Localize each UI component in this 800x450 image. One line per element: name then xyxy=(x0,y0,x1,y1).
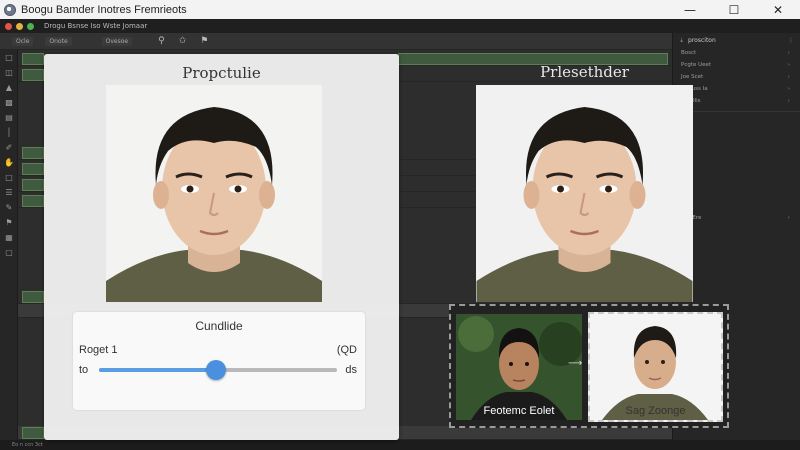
close-dot-icon[interactable] xyxy=(5,22,12,30)
layer-tool-icon[interactable]: ▤ xyxy=(0,110,18,125)
crop-tool-icon[interactable]: □ xyxy=(0,170,18,185)
portrait-face-image xyxy=(106,107,322,302)
control-right-label: (QD xyxy=(336,344,357,356)
left-tool-strip: □ ◫ ▲ ▩ ▤ │ ✐ ✋ □ ☰ ✎ ⚑ ▦ ▢ xyxy=(0,50,18,440)
menubar-label[interactable]: Drogu Bsnse Iso Wste Jomaar xyxy=(44,22,147,30)
window-title: Boogu Bamder Inotres Fremrieots xyxy=(21,3,187,16)
line-tool-icon[interactable]: │ xyxy=(0,125,18,140)
window-titlebar: Boogu Bamder Inotres Fremrieots — ☐ ✕ xyxy=(0,0,800,19)
brush-tool-icon[interactable]: ✎ xyxy=(0,200,18,215)
dropper-icon[interactable]: ✩ xyxy=(179,36,187,46)
panel-menu-icon[interactable]: ⋮ xyxy=(788,37,794,44)
expand-icon[interactable]: ⇣ xyxy=(679,37,684,44)
status-bar: Eo n ccn 3ct xyxy=(0,440,800,450)
select-tool-icon[interactable]: □ xyxy=(0,50,18,65)
control-title: Cundlide xyxy=(195,319,243,333)
window-controls: — ☐ ✕ xyxy=(668,0,800,19)
triangle-tool-icon[interactable]: ▲ xyxy=(0,80,18,95)
frame-tool-icon[interactable]: ▢ xyxy=(0,245,18,260)
main-toolbar: Ocle Onote Ovesoe ⚲ ✩ ⚑ xyxy=(0,33,672,50)
slider-max-label: ds xyxy=(345,364,357,376)
slider-thumb[interactable] xyxy=(205,360,226,380)
app-menubar: Drogu Bsnse Iso Wste Jomaar xyxy=(0,19,800,33)
chevron-right-icon: › xyxy=(787,86,790,92)
flag-tool-icon[interactable]: ⚑ xyxy=(0,215,18,230)
search-icon[interactable]: ⚲ xyxy=(158,36,165,46)
app-icon xyxy=(4,3,16,16)
preview-title: Prlesethder xyxy=(540,63,629,81)
chevron-right-icon: › xyxy=(787,62,790,68)
toolbar-item-1[interactable]: Ocle xyxy=(12,36,34,46)
panel-header-label: prosciton xyxy=(688,36,716,44)
toolbar-item-2[interactable]: Onote xyxy=(45,36,72,46)
close-button[interactable]: ✕ xyxy=(756,0,800,19)
preview-portrait xyxy=(476,85,693,302)
toolbar-item-3[interactable]: Ovesoe xyxy=(101,36,133,46)
minimize-dot-icon[interactable] xyxy=(16,22,23,30)
minimize-button[interactable]: — xyxy=(668,0,712,19)
arrow-right-icon: ⟶ xyxy=(568,358,583,369)
panel-item[interactable]: Bosct › xyxy=(673,47,800,59)
lock-icon[interactable]: ⚑ xyxy=(200,36,208,46)
preview-face-image xyxy=(476,107,693,302)
after-label: Sag Zoonge xyxy=(625,405,686,417)
stack-tool-icon[interactable]: ☰ xyxy=(0,185,18,200)
adjust-control-panel: Cundlide Roget 1 (QD to ds xyxy=(73,312,365,410)
grid-tool-icon[interactable]: ▦ xyxy=(0,230,18,245)
source-portrait xyxy=(106,85,322,302)
chevron-right-icon: › xyxy=(787,98,790,104)
maximize-button[interactable]: ☐ xyxy=(712,0,756,19)
chevron-right-icon: › xyxy=(787,74,790,80)
hand-tool-icon[interactable]: ✋ xyxy=(0,155,18,170)
chevron-right-icon: › xyxy=(787,215,790,221)
panel-header: ⇣ prosciton ⋮ xyxy=(673,33,800,47)
slider-track[interactable] xyxy=(99,360,337,380)
before-label: Feotemc Eolet xyxy=(483,405,555,417)
bucket-tool-icon[interactable]: ▩ xyxy=(0,95,18,110)
control-left-label: Roget 1 xyxy=(79,344,118,356)
pen-tool-icon[interactable]: ✐ xyxy=(0,140,18,155)
card-title: Propctulie xyxy=(182,64,261,82)
zoom-dot-icon[interactable] xyxy=(27,22,34,30)
slider-min-label: to xyxy=(79,364,89,376)
slider-fill xyxy=(99,368,216,372)
page-tool-icon[interactable]: ◫ xyxy=(0,65,18,80)
chevron-right-icon: › xyxy=(787,50,790,56)
